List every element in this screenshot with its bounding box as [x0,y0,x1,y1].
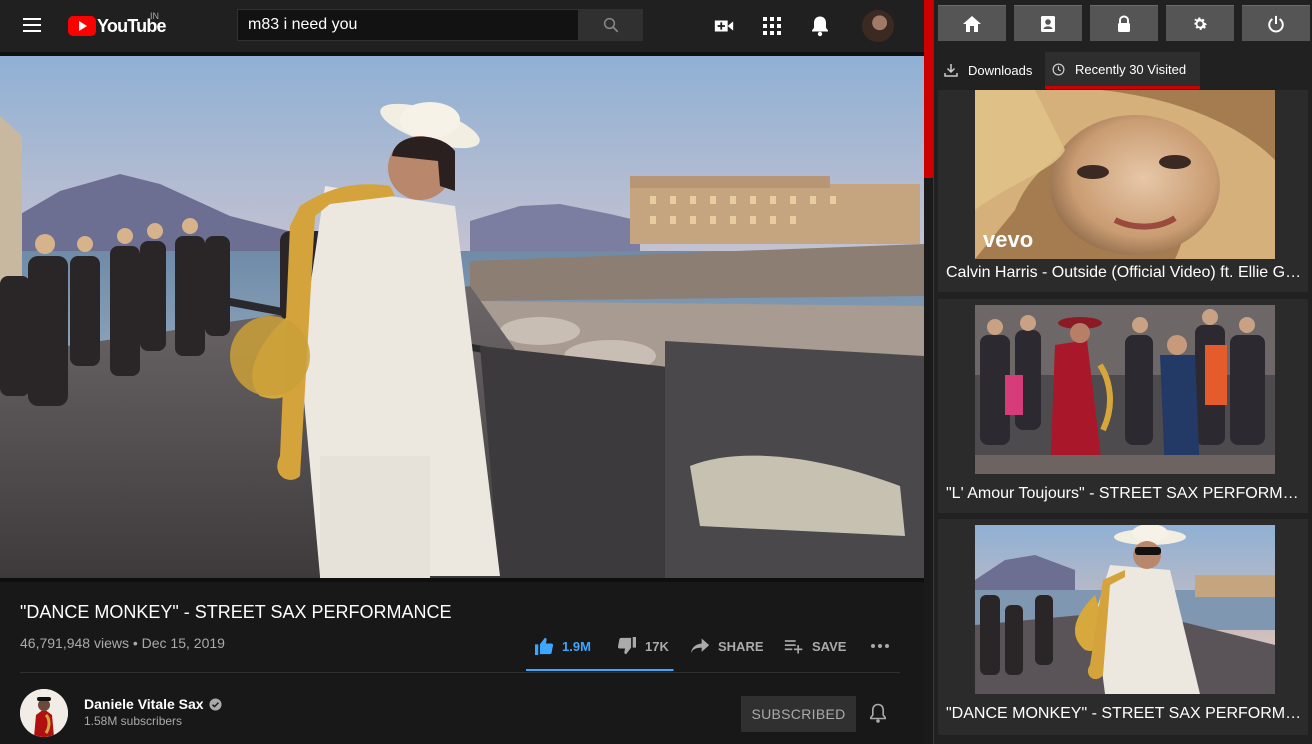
search-icon [603,17,619,33]
like-count: 1.9M [562,638,591,654]
card-thumbnail [975,305,1275,474]
thumbs-up-icon [535,637,554,655]
vevo-badge: vevo [983,227,1033,252]
card-title: "DANCE MONKEY" - STREET SAX PERFORMANCE [946,705,1302,722]
account-avatar[interactable] [862,10,894,42]
active-tab-indicator [1045,86,1200,89]
save-label: SAVE [812,638,847,654]
search-input[interactable] [237,9,579,41]
thumbs-down-icon [617,637,636,655]
settings-button[interactable] [1166,5,1234,41]
section-divider [20,672,900,673]
more-actions-button[interactable] [870,636,898,656]
subscribed-button[interactable]: SUBSCRIBED [741,696,856,732]
dislike-count: 17K [645,638,669,654]
video-player[interactable] [0,56,924,578]
history-card[interactable]: "DANCE MONKEY" - STREET SAX PERFORMANCE [938,519,1308,735]
card-thumbnail: vevo [975,90,1275,259]
contact-card-icon [1041,15,1055,32]
youtube-page: YouTube IN m83 i need you "DANCE MONKEY"… [0,0,924,744]
settings-gear-icon [1194,17,1208,30]
card-title: "L' Amour Toujours" - STREET SAX PERFORM… [946,485,1302,502]
tab-downloads[interactable]: Downloads [938,52,1044,88]
menu-icon[interactable] [20,14,44,38]
video-title: "DANCE MONKEY" - STREET SAX PERFORMANCE [20,602,452,622]
like-button[interactable]: 1.9M [534,636,591,656]
share-button[interactable]: SHARE [690,636,764,656]
apps-grid-icon[interactable] [760,14,784,38]
home-button[interactable] [938,5,1006,41]
masthead: YouTube IN [0,0,924,52]
country-code: IN [150,11,159,21]
dislike-button[interactable]: 17K [617,636,669,656]
channel-avatar[interactable] [20,689,68,737]
power-icon [1268,15,1284,32]
more-dots-icon [871,644,889,648]
history-card[interactable]: vevo Calvin Harris - Outside (Official V… [938,90,1308,292]
scrollbar-thumb[interactable] [924,0,933,178]
sentiment-bar-fill [526,669,673,671]
verified-check-icon [209,697,222,711]
share-label: SHARE [718,638,764,654]
contact-card-button[interactable] [1014,5,1082,41]
history-card[interactable]: "L' Amour Toujours" - STREET SAX PERFORM… [938,299,1308,513]
player-bottom-border [0,578,924,582]
subscriber-count: 1.58M subscribers [84,714,183,728]
card-thumbnail [975,525,1275,694]
create-video-icon[interactable] [712,14,736,38]
notification-bell-icon[interactable] [868,702,892,726]
video-views-date: 46,791,948 views • Dec 15, 2019 [20,635,225,651]
tab-recently-visited[interactable]: Recently 30 Visited [1045,52,1200,86]
channel-name-text: Daniele Vitale Sax [84,696,204,712]
home-icon [963,15,981,32]
search-bar [237,9,643,41]
lock-button[interactable] [1090,5,1158,41]
youtube-logo[interactable]: YouTube IN [68,11,167,38]
download-icon [944,64,958,77]
search-button[interactable] [579,9,643,41]
video-frame [0,56,924,578]
save-button[interactable]: SAVE [784,636,846,656]
tab-recently-visited-label: Recently 30 Visited [1075,61,1187,77]
add-to-playlist-icon [784,640,803,654]
notifications-bell-icon[interactable] [808,14,832,38]
share-icon [690,638,710,654]
card-title: Calvin Harris - Outside (Official Video)… [946,264,1302,281]
channel-name[interactable]: Daniele Vitale Sax [84,696,222,712]
lock-icon [1118,14,1130,32]
power-button[interactable] [1242,5,1310,41]
youtube-play-icon [68,16,96,36]
clock-icon [1052,63,1065,75]
tab-downloads-label: Downloads [968,62,1033,78]
